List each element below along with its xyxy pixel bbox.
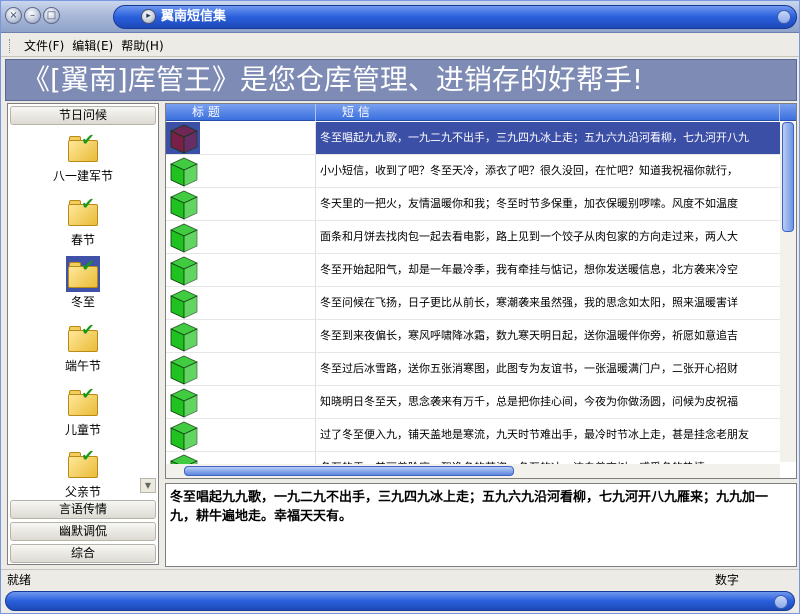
status-bar: 就绪 数字 <box>1 569 799 589</box>
category-item-winter-solstice[interactable]: ✔ 冬至 <box>18 256 148 316</box>
row-message-cell: 面条和月饼去找肉包一起去看电影，路上见到一个饺子从肉包家的方向走过来，两人大 <box>320 230 738 243</box>
minimize-icon[interactable]: – <box>24 7 41 24</box>
menu-edit[interactable]: 编辑(E) <box>72 36 113 56</box>
window-controls: × – □ <box>5 7 60 24</box>
cube-icon <box>170 190 198 220</box>
table-row[interactable]: 冬至问候在飞扬，日子更比从前长，寒潮袭来虽然强，我的思念如太阳，照来温暖害详 <box>166 287 796 320</box>
vertical-scroll-thumb[interactable] <box>782 122 794 232</box>
cube-icon <box>170 322 198 352</box>
cube-icon <box>170 289 198 319</box>
row-title-cell <box>200 287 316 319</box>
folder-check-icon: ✔ <box>68 386 98 418</box>
table-row[interactable]: 面条和月饼去找肉包一起去看电影，路上见到一个饺子从肉包家的方向走过来，两人大 <box>166 221 796 254</box>
row-title-cell <box>200 353 316 385</box>
row-title-cell <box>200 320 316 352</box>
row-message-cell: 过了冬至便入九，铺天盖地是寒流，九天时节难出手，最冷时节冰上走，甚是挂念老朋友 <box>320 428 749 441</box>
status-ready: 就绪 <box>7 573 32 587</box>
table-row[interactable]: 知晓明日冬至天，思念袭来有万千，总是把你挂心间，今夜为你做汤圆，问候为皮祝福 <box>166 386 796 419</box>
row-title-cell <box>200 386 316 418</box>
category-item-spring-festival[interactable]: ✔ 春节 <box>18 196 148 254</box>
horizontal-scrollbar[interactable] <box>166 464 780 478</box>
app-window: × – □ ▸ 翼南短信集 文件(F) 编辑(E) 帮助(H) 《[翼南]库管王… <box>0 0 800 614</box>
bottom-bar <box>5 591 795 611</box>
row-title-cell <box>200 122 316 154</box>
cube-icon <box>170 124 198 154</box>
table-row[interactable]: 冬天里的一把火，友情温暖你和我；冬至时节多保重，加衣保暖别啰嗦。风度不如温度 <box>166 188 796 221</box>
row-message-cell: 冬至开始起阳气，却是一年最冷季，我有牵挂与惦记，想你发送暖信息，北方袭来冷空 <box>320 263 738 276</box>
category-item-bayi[interactable]: ✔ 八一建军节 <box>18 132 148 190</box>
promo-banner[interactable]: 《[翼南]库管王》是您仓库管理、进销存的好帮手! <box>5 59 797 101</box>
table-row[interactable]: 过了冬至便入九，铺天盖地是寒流，九天时节难出手，最冷时节冰上走，甚是挂念老朋友 <box>166 419 796 452</box>
menu-bar: 文件(F) 编辑(E) 帮助(H) <box>1 35 799 57</box>
scroll-down-icon[interactable]: ▼ <box>140 478 156 493</box>
menu-file[interactable]: 文件(F) <box>24 36 64 56</box>
row-message-cell: 冬天里的一把火，友情温暖你和我；冬至时节多保重，加衣保暖别啰嗦。风度不如温度 <box>320 197 738 210</box>
group-love-words[interactable]: 言语传情 <box>10 500 156 519</box>
table-row[interactable]: 冬至到来夜偏长，寒风呼啸降冰霜，数九寒天明日起，送你温暖伴你旁，祈愿如意追吉 <box>166 320 796 353</box>
column-header-title[interactable]: 标 题 <box>166 104 316 121</box>
row-message-cell: 冬至过后冰雪路，送你五张消寒图，此图专为友谊书，一张温暖满门户，二张开心招财 <box>320 362 738 375</box>
table-row[interactable]: 冬至开始起阳气，却是一年最冷季，我有牵挂与惦记，想你发送暖信息，北方袭来冷空 <box>166 254 796 287</box>
row-message-cell: 冬至唱起九九歌，一九二九不出手，三九四九冰上走；五九六九沿河看柳，七九河开八九 <box>320 131 749 144</box>
cube-icon <box>170 157 198 187</box>
row-title-cell <box>200 155 316 187</box>
folder-check-icon: ✔ <box>68 132 98 164</box>
menu-help[interactable]: 帮助(H) <box>121 36 163 56</box>
category-item-fathers-day[interactable]: ✔ 父亲节 <box>18 448 148 506</box>
cube-icon <box>170 388 198 418</box>
vertical-scrollbar[interactable] <box>780 122 796 462</box>
category-label: 春节 <box>70 233 95 247</box>
maximize-icon[interactable]: □ <box>43 7 60 24</box>
cube-icon <box>170 421 198 451</box>
bottom-orb-icon[interactable] <box>774 595 788 609</box>
category-sidebar: 节日问候 ✔ 八一建军节 ✔ 春节 ✔ 冬至 ✔ 端午节 ✔ 儿童节 ✔ 父亲节… <box>7 103 159 565</box>
title-orb-icon[interactable] <box>777 10 791 24</box>
row-message-cell: 冬至到来夜偏长，寒风呼啸降冰霜，数九寒天明日起，送你温暖伴你旁，祈愿如意追吉 <box>320 329 738 342</box>
category-label: 八一建军节 <box>52 169 113 183</box>
row-title-cell <box>200 419 316 451</box>
group-general[interactable]: 综合 <box>10 544 156 563</box>
category-label: 冬至 <box>70 295 95 309</box>
app-menu-icon[interactable]: ▸ <box>141 9 156 24</box>
title-bar[interactable]: × – □ ▸ 翼南短信集 <box>1 1 799 33</box>
folder-check-icon: ✔ <box>66 256 100 292</box>
status-numlock: 数字 <box>715 573 740 587</box>
category-item-childrens-day[interactable]: ✔ 儿童节 <box>18 386 148 444</box>
table-header: 标 题 短 信 <box>166 104 796 121</box>
folder-check-icon: ✔ <box>68 448 98 480</box>
toolbar-grip[interactable] <box>9 38 12 53</box>
category-label: 父亲节 <box>64 485 101 499</box>
row-message-cell: 小小短信，收到了吧？冬至天冷，添衣了吧？很久没回，在忙吧？知道我祝福你就行， <box>320 164 738 177</box>
cube-icon <box>170 355 198 385</box>
column-header-message[interactable]: 短 信 <box>316 104 780 121</box>
close-icon[interactable]: × <box>5 7 22 24</box>
category-label: 儿童节 <box>64 423 101 437</box>
message-detail-text[interactable]: 冬至唱起九九歌，一九二九不出手，三九四九冰上走；五九六九沿河看柳，七九河开八九雁… <box>165 483 797 567</box>
table-row[interactable]: 冬至过后冰雪路，送你五张消寒图，此图专为友谊书，一张温暖满门户，二张开心招财 <box>166 353 796 386</box>
row-message-cell: 知晓明日冬至天，思念袭来有万千，总是把你挂心间，今夜为你做汤圆，问候为皮祝福 <box>320 395 738 408</box>
folder-check-icon: ✔ <box>68 196 98 228</box>
row-title-cell <box>200 188 316 220</box>
cube-icon <box>170 256 198 286</box>
group-humor[interactable]: 幽默调侃 <box>10 522 156 541</box>
horizontal-scroll-thumb[interactable] <box>184 466 514 476</box>
cube-icon <box>170 223 198 253</box>
folder-check-icon: ✔ <box>68 322 98 354</box>
row-message-cell: 冬至问候在飞扬，日子更比从前长，寒潮袭来虽然强，我的思念如太阳，照来温暖害详 <box>320 296 738 309</box>
category-label: 端午节 <box>64 359 101 373</box>
group-holiday-greetings[interactable]: 节日问候 <box>10 106 156 125</box>
table-row[interactable]: 冬至唱起九九歌，一九二九不出手，三九四九冰上走；五九六九沿河看柳，七九河开八九 <box>166 122 796 155</box>
row-title-cell <box>200 221 316 253</box>
message-table: 标 题 短 信 冬至唱起九九歌，一九二九不出手，三九四九冰上走；五九六九沿河看柳… <box>165 103 797 479</box>
row-title-cell <box>200 254 316 286</box>
category-item-dragon-boat[interactable]: ✔ 端午节 <box>18 322 148 380</box>
window-title: 翼南短信集 <box>161 9 227 24</box>
table-row[interactable]: 小小短信，收到了吧？冬至天冷，添衣了吧？很久没回，在忙吧？知道我祝福你就行， <box>166 155 796 188</box>
